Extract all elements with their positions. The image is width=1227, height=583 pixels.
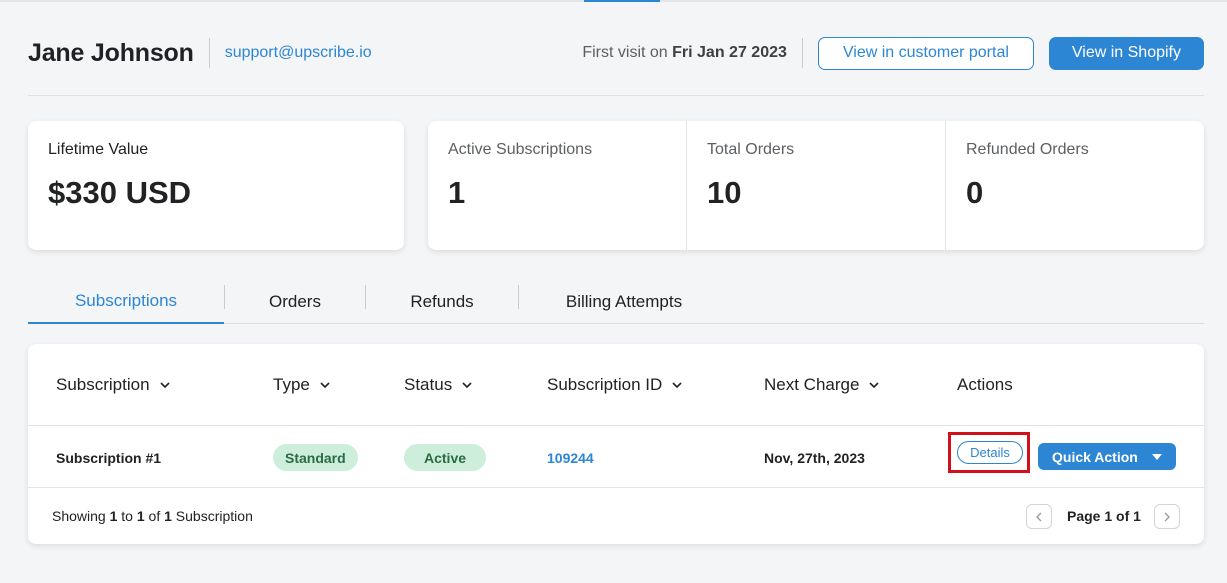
quick-action-label: Quick Action — [1052, 448, 1138, 465]
tab-refunds[interactable]: Refunds — [366, 280, 518, 323]
subscription-name: Subscription #1 — [56, 449, 162, 466]
page-indicator: Page 1 of 1 — [1067, 508, 1141, 524]
column-header-label: Type — [273, 375, 310, 394]
showing-text: Showing — [52, 508, 110, 524]
refunded-orders-value: 0 — [966, 175, 984, 210]
header-separator — [208, 38, 210, 68]
first-visit-label: First visit on — [582, 44, 673, 61]
refunded-orders-label: Refunded Orders — [966, 141, 1089, 158]
view-in-shopify-button[interactable]: View in Shopify — [1048, 36, 1204, 70]
column-header-next-charge[interactable]: Next Charge — [764, 375, 880, 395]
top-accent-bar — [584, 0, 660, 2]
tab-subscriptions[interactable]: Subscriptions — [28, 280, 224, 324]
lifetime-value-label: Lifetime Value — [48, 141, 149, 158]
first-visit-date: Fri Jan 27 2023 — [672, 44, 787, 61]
header-divider — [28, 95, 1204, 96]
total-orders-stat: Total Orders 10 — [687, 121, 946, 250]
caret-down-icon — [1152, 454, 1162, 460]
type-cell: Standard — [273, 427, 358, 488]
column-header-type[interactable]: Type — [273, 375, 331, 395]
column-header-label: Status — [404, 375, 453, 394]
tab-billing-attempts[interactable]: Billing Attempts — [519, 280, 729, 323]
active-subscriptions-stat: Active Subscriptions 1 — [428, 121, 687, 250]
chevron-down-icon — [462, 382, 472, 389]
showing-to: 1 — [136, 508, 145, 524]
customer-stats-card: Active Subscriptions 1 Total Orders 10 R… — [428, 121, 1204, 250]
total-orders-value: 10 — [707, 175, 742, 210]
active-subscriptions-label: Active Subscriptions — [448, 141, 593, 158]
header-actions-separator — [801, 38, 803, 68]
customer-tabs: Subscriptions Orders Refunds Billing Att… — [28, 280, 1204, 324]
of-text: of — [144, 508, 165, 524]
customer-email-link[interactable]: support@upscribe.io — [225, 44, 372, 62]
lifetime-value-amount: $330 USD — [48, 175, 192, 210]
showing-total: 1 — [164, 508, 172, 524]
quick-action-button[interactable]: Quick Action — [1038, 443, 1176, 470]
column-header-status[interactable]: Status — [404, 375, 473, 395]
chevron-down-icon — [159, 382, 170, 389]
details-button[interactable]: Details — [957, 441, 1023, 464]
chevron-right-icon — [1164, 512, 1170, 521]
subscriptions-table-card: Subscription Type Status Subscription ID… — [28, 344, 1204, 544]
total-orders-label: Total Orders — [707, 141, 795, 158]
column-header-label: Actions — [957, 375, 1013, 394]
lifetime-value-card: Lifetime Value $330 USD — [28, 121, 404, 250]
customer-header: Jane Johnson support@upscribe.io First v… — [28, 36, 1204, 70]
customer-name: Jane Johnson — [28, 38, 194, 67]
view-customer-portal-button[interactable]: View in customer portal — [817, 36, 1034, 70]
column-header-label: Subscription ID — [547, 375, 663, 394]
type-badge: Standard — [273, 444, 358, 471]
pagination-summary: Showing 1 to 1 of 1 Subscription — [52, 508, 253, 524]
status-cell: Active — [404, 427, 487, 488]
chevron-down-icon — [672, 382, 682, 389]
next-page-button[interactable] — [1154, 504, 1180, 529]
first-visit-text: First visit on Fri Jan 27 2023 — [582, 44, 787, 62]
active-subscriptions-value: 1 — [448, 175, 466, 210]
column-header-actions: Actions — [957, 375, 1013, 395]
tab-orders[interactable]: Orders — [225, 280, 365, 323]
refunded-orders-stat: Refunded Orders 0 — [946, 121, 1204, 250]
subscription-id-cell: 109244 — [547, 427, 594, 488]
header-actions: First visit on Fri Jan 27 2023 View in c… — [582, 36, 1204, 70]
to-text: to — [117, 508, 137, 524]
column-header-label: Subscription — [56, 375, 150, 394]
column-header-subscription-id[interactable]: Subscription ID — [547, 375, 683, 395]
previous-page-button[interactable] — [1026, 504, 1052, 529]
column-header-label: Next Charge — [764, 375, 860, 394]
next-charge-date: Nov, 27th, 2023 — [764, 449, 865, 466]
chevron-left-icon — [1036, 512, 1042, 521]
column-header-subscription[interactable]: Subscription — [56, 375, 171, 395]
status-badge: Active — [404, 444, 487, 471]
subscription-id-link[interactable]: 109244 — [547, 450, 594, 466]
table-header: Subscription Type Status Subscription ID… — [28, 344, 1204, 426]
subscription-noun: Subscription — [171, 508, 253, 524]
chevron-down-icon — [869, 382, 880, 389]
chevron-down-icon — [320, 382, 330, 389]
